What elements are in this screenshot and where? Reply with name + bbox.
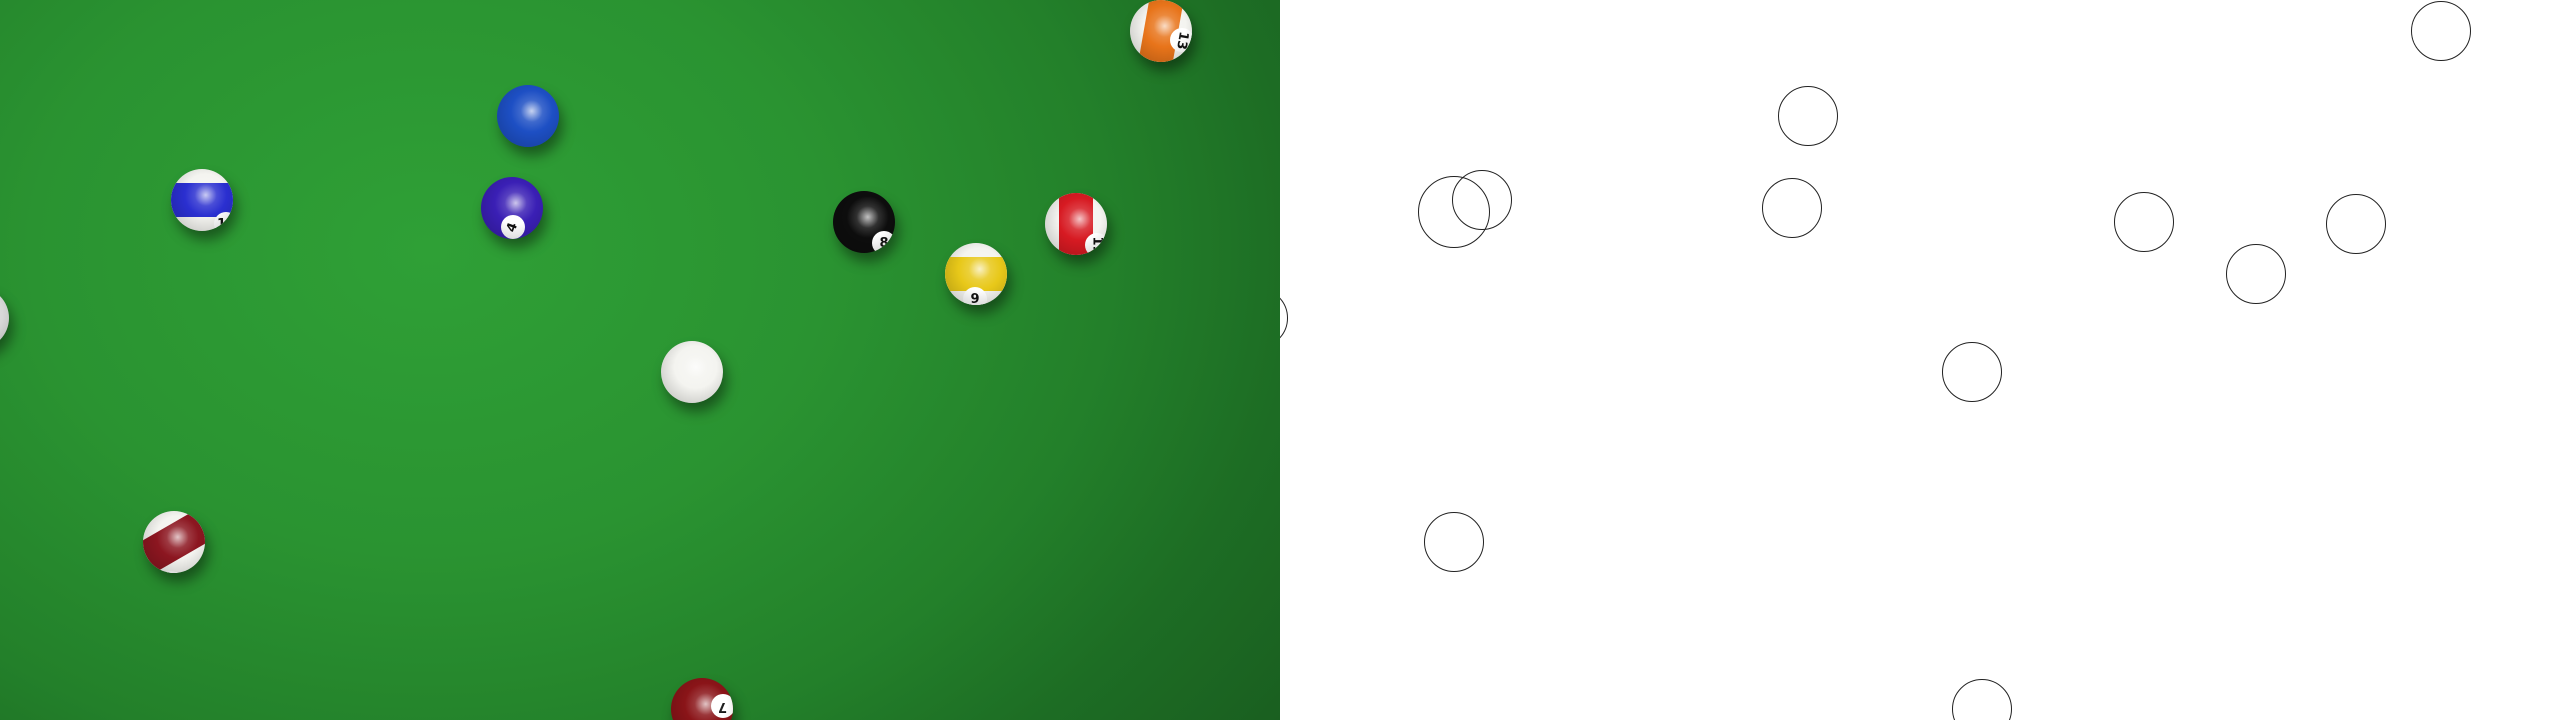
ball-2-outline (1778, 86, 1838, 146)
ball-9-outline (2226, 244, 2286, 304)
ball-outline-view (1280, 0, 2560, 720)
ball-13[interactable]: 13 (1130, 0, 1192, 62)
ball-15-number-spot: 15 (159, 571, 183, 573)
ball-7[interactable]: 7 (671, 678, 733, 720)
ball-4[interactable]: 4 (481, 177, 543, 239)
ball-7-outline (1952, 679, 2012, 720)
ball-4-outline (1762, 178, 1822, 238)
ball-9-number: 9 (970, 291, 980, 306)
ball-11-number-spot: 11 (1085, 233, 1107, 255)
ball-13-outline (2411, 1, 2471, 61)
ball-2-number-spot: 2 (558, 143, 559, 147)
ball-10-number: 10 (216, 216, 233, 231)
ball-9-stripe (945, 257, 1007, 291)
extra-ball-outline (1418, 176, 1490, 248)
ball-7-number: 7 (718, 698, 728, 714)
ball-7-number-spot: 7 (711, 694, 733, 718)
cue-ball-outline (1942, 342, 2002, 402)
ball-4-number-spot: 4 (501, 215, 525, 239)
ball-partial-left-highlight (0, 287, 9, 349)
ball-11-outline (2326, 194, 2386, 254)
ball-9-number-spot: 9 (963, 287, 987, 305)
ball-partial-left[interactable] (0, 287, 9, 349)
ball-8[interactable]: 8 (833, 191, 895, 253)
ball-13-number: 13 (1173, 29, 1191, 51)
cue-ball-highlight (661, 341, 723, 403)
ball-8-outline (2114, 192, 2174, 252)
ball-15[interactable]: 15 (143, 511, 205, 573)
ball-8-number: 8 (879, 235, 889, 251)
ball-2-highlight (497, 85, 559, 147)
ball-10-number-spot: 10 (214, 212, 233, 231)
ball-11[interactable]: 11 (1045, 193, 1107, 255)
ball-9[interactable]: 9 (945, 243, 1007, 305)
ball-11-number: 11 (1089, 235, 1105, 255)
ball-10[interactable]: 10 (171, 169, 233, 231)
ball-partial-left-outline (1280, 288, 1288, 348)
ball-4-number: 4 (504, 220, 522, 234)
ball-15-stripe (143, 511, 205, 573)
ball-2[interactable]: 2 (497, 85, 559, 147)
cue-ball[interactable] (661, 341, 723, 403)
ball-15-outline (1424, 512, 1484, 572)
ball-13-number-spot: 13 (1170, 28, 1192, 52)
ball-8-number-spot: 8 (872, 231, 895, 253)
pool-table-felt[interactable]: 2 4 7 8 9 10 11 13 15 (0, 0, 1280, 720)
